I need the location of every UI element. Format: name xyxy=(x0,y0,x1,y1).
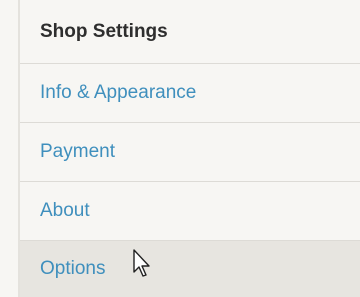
nav-item-about[interactable]: About xyxy=(20,182,360,241)
nav-item-label: About xyxy=(40,200,90,221)
nav-item-label: Payment xyxy=(40,141,115,162)
nav-item-payment[interactable]: Payment xyxy=(20,123,360,182)
nav-item-label: Info & Appearance xyxy=(40,82,197,103)
nav-item-info-appearance[interactable]: Info & Appearance xyxy=(20,64,360,123)
nav-item-options[interactable]: Options xyxy=(20,241,360,297)
mouse-pointer-icon xyxy=(133,249,150,277)
shop-settings-nav: Shop Settings Info & Appearance Payment … xyxy=(18,0,360,297)
nav-item-label: Options xyxy=(40,258,106,279)
section-title: Shop Settings xyxy=(20,0,360,64)
